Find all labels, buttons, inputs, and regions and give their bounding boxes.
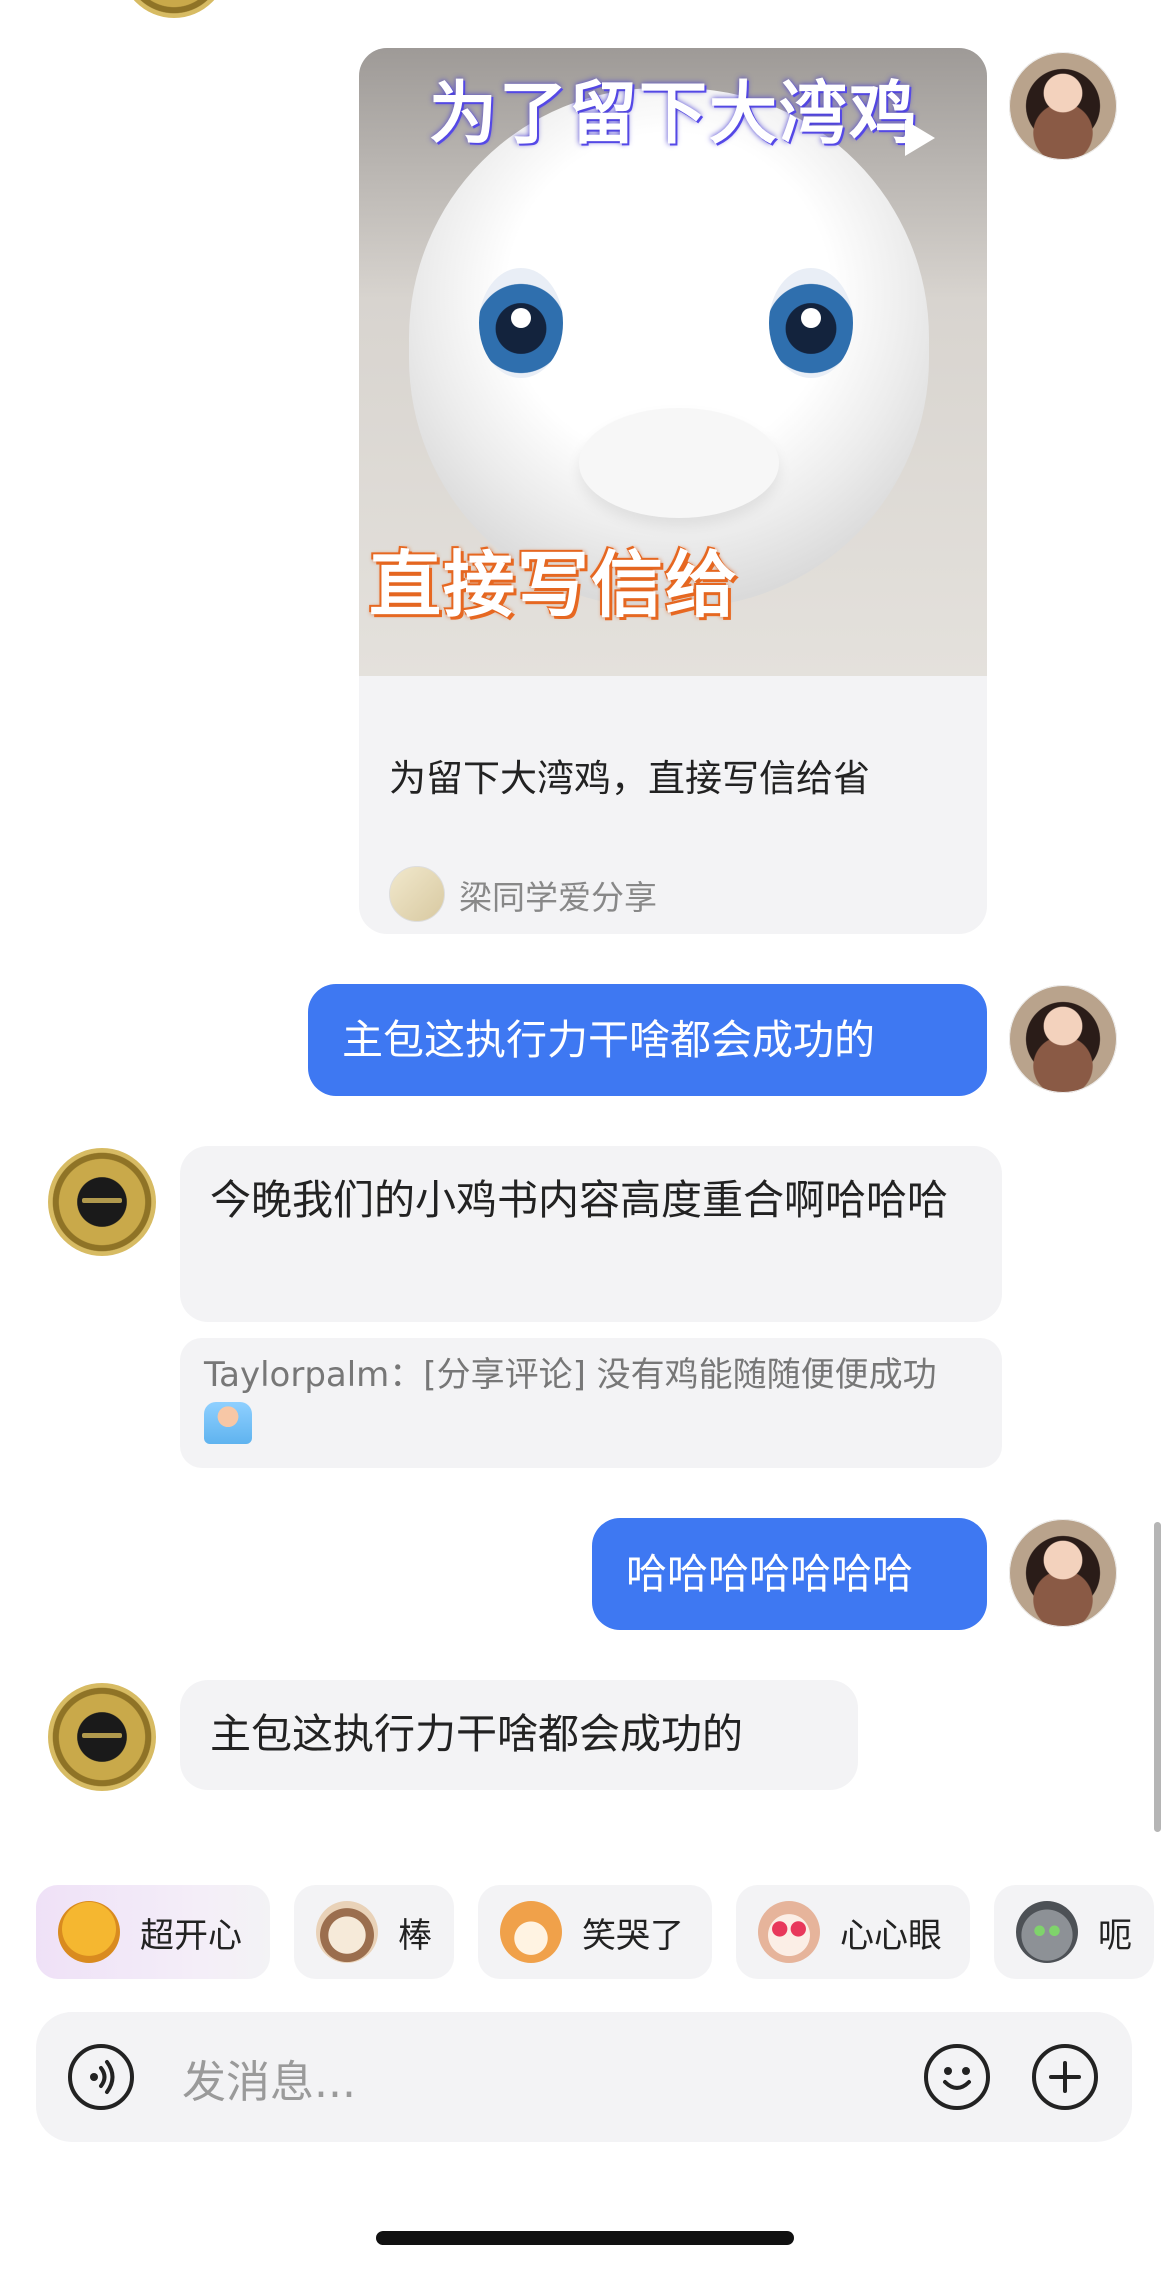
emoji-picker-icon[interactable]	[924, 2044, 990, 2110]
quoted-comment-text: Taylorpalm：[分享评论] 没有鸡能随随便便成功	[204, 1355, 937, 1395]
reaction-label: 笑哭了	[582, 1915, 684, 1956]
quick-reaction-chip[interactable]: 呃	[994, 1885, 1154, 1979]
home-indicator	[376, 2231, 794, 2245]
message-input[interactable]: 发消息...	[182, 2046, 356, 2110]
fox-laughing-icon	[500, 1901, 562, 1963]
thumbnail-subtitle: 直接写信给	[369, 543, 740, 627]
play-icon	[905, 120, 935, 156]
other-user-avatar[interactable]	[48, 1148, 156, 1256]
mascot-eye-right	[769, 268, 853, 378]
card-author: 梁同学爱分享	[459, 878, 657, 917]
author-avatar	[389, 866, 445, 922]
message-bubble-outgoing[interactable]: 主包这执行力干啥都会成功的	[308, 984, 987, 1096]
other-user-avatar[interactable]	[48, 1683, 156, 1791]
reaction-label: 超开心	[140, 1915, 242, 1956]
thumbnail-title: 为了留下大湾鸡	[428, 75, 919, 154]
message-composer[interactable]: 发消息...	[36, 2012, 1132, 2142]
mascot-eye-left	[479, 268, 563, 378]
card-title: 为留下大湾鸡，直接写信给省	[389, 757, 870, 800]
message-bubble-incoming[interactable]: 今晚我们的小鸡书内容高度重合啊哈哈哈	[180, 1146, 1002, 1322]
add-attachment-icon[interactable]	[1032, 2044, 1098, 2110]
video-thumbnail[interactable]: 为了留下大湾鸡 直接写信给	[359, 48, 987, 676]
quoted-comment[interactable]: Taylorpalm：[分享评论] 没有鸡能随随便便成功	[180, 1338, 1002, 1468]
quick-reaction-chip[interactable]: 心心眼	[736, 1885, 970, 1979]
other-user-avatar-top[interactable]	[120, 0, 228, 18]
message-bubble-incoming[interactable]: 主包这执行力干啥都会成功的	[180, 1680, 858, 1790]
voice-input-icon[interactable]	[68, 2044, 134, 2110]
reaction-label: 呃	[1098, 1915, 1132, 1956]
quick-reaction-chip[interactable]: 笑哭了	[478, 1885, 712, 1979]
gray-cat-icon	[1016, 1901, 1078, 1963]
cat-thumbs-up-icon	[316, 1901, 378, 1963]
reaction-label: 心心眼	[840, 1915, 942, 1956]
my-avatar[interactable]	[1009, 985, 1117, 1093]
my-avatar[interactable]	[1009, 1519, 1117, 1627]
chat-scrollbar[interactable]	[1154, 1522, 1161, 1832]
shared-note-card[interactable]: 为了留下大湾鸡 直接写信给 为留下大湾鸡，直接写信给省 梁同学爱分享	[359, 48, 987, 934]
starry-eyes-emoji-icon	[58, 1901, 120, 1963]
message-bubble-outgoing[interactable]: 哈哈哈哈哈哈哈	[592, 1518, 987, 1630]
crying-emoji-icon	[204, 1402, 252, 1444]
quick-reaction-chip[interactable]: 棒	[294, 1885, 454, 1979]
my-avatar[interactable]	[1009, 52, 1117, 160]
reaction-label: 棒	[398, 1915, 432, 1956]
quick-reaction-chip[interactable]: 超开心	[36, 1885, 270, 1979]
dog-heart-eyes-icon	[758, 1901, 820, 1963]
mascot-snout	[579, 408, 779, 518]
